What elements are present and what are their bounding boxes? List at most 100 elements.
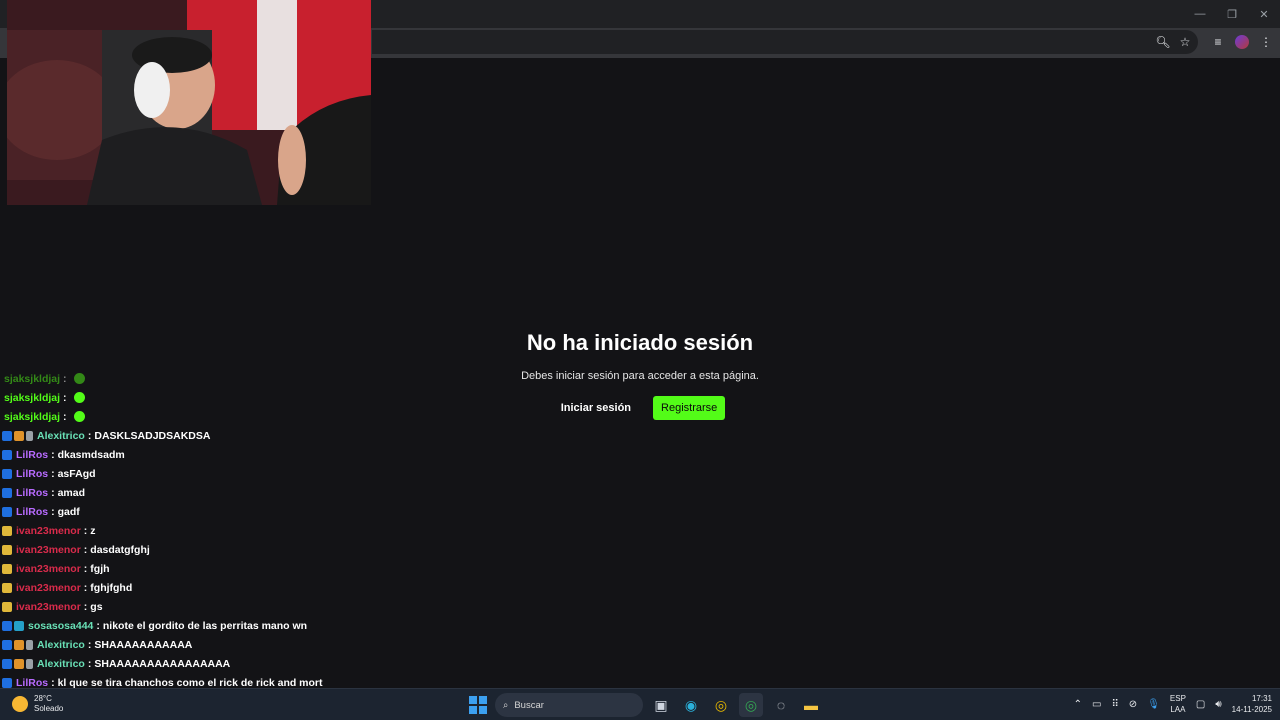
- chat-message: LilRos: gadf: [2, 502, 422, 521]
- chat-username[interactable]: LilRos: [16, 468, 48, 480]
- chat-text: kl que se tira chanchos como el rick de …: [57, 676, 323, 689]
- chat-separator: :: [87, 429, 92, 442]
- file-explorer-icon[interactable]: ▬: [799, 693, 823, 717]
- chat-message: sjaksjkldjaj:: [2, 407, 422, 426]
- chat-username[interactable]: ivan23menor: [16, 601, 81, 613]
- login-button[interactable]: Iniciar sesión: [555, 396, 637, 420]
- zoom-icon[interactable]: 🔍︎: [1155, 34, 1171, 50]
- chat-message: sosasosa444: nikote el gordito de las per…: [2, 616, 422, 635]
- chat-username[interactable]: Alexitrico: [37, 639, 85, 651]
- chat-username[interactable]: sosasosa444: [28, 620, 93, 632]
- chat-separator: :: [83, 524, 88, 537]
- weather-temp: 28°C: [34, 694, 52, 703]
- auth-buttons: Iniciar sesión Registrarse: [440, 396, 840, 420]
- chat-username[interactable]: ivan23menor: [16, 525, 81, 537]
- chat-text: gs: [90, 600, 103, 613]
- task-view-icon[interactable]: ▣: [649, 693, 673, 717]
- close-icon[interactable]: ✕: [1248, 0, 1280, 28]
- chat-separator: :: [63, 410, 67, 423]
- wifi-off-icon[interactable]: ⊘: [1129, 699, 1137, 710]
- restore-icon[interactable]: ❐: [1216, 0, 1248, 28]
- chat-badge-icon: [14, 430, 24, 441]
- login-required-card: No ha iniciado sesión Debes iniciar sesi…: [440, 330, 840, 420]
- chat-badge-icon: [2, 620, 12, 631]
- chat-badge-icon: [2, 544, 12, 555]
- chat-badge-icon: [2, 601, 12, 612]
- chat-separator: :: [51, 505, 55, 518]
- clock-time: 17:31: [1251, 694, 1272, 703]
- bookmark-star-icon[interactable]: ☆: [1177, 34, 1193, 50]
- search-placeholder: Buscar: [514, 699, 544, 711]
- display-icon[interactable]: ▢: [1196, 699, 1205, 710]
- microphone-icon[interactable]: 🎙︎: [1147, 699, 1160, 710]
- chat-username[interactable]: sjaksjkldjaj: [4, 373, 60, 385]
- chat-username[interactable]: Alexitrico: [37, 658, 85, 670]
- chat-message: ivan23menor: fgjh: [2, 559, 422, 578]
- profile-avatar[interactable]: [1235, 35, 1249, 49]
- chat-username[interactable]: LilRos: [16, 677, 48, 689]
- chat-badge-icon: [2, 506, 12, 517]
- sun-icon: [12, 696, 28, 712]
- chrome-icon[interactable]: ◎: [709, 693, 733, 717]
- chat-username[interactable]: sjaksjkldjaj: [4, 392, 60, 404]
- chat-username[interactable]: ivan23menor: [16, 544, 81, 556]
- chat-text: gadf: [57, 505, 80, 518]
- chat-message: LilRos: amad: [2, 483, 422, 502]
- taskbar-search[interactable]: ⌕ Buscar: [495, 693, 643, 717]
- register-button[interactable]: Registrarse: [653, 396, 726, 420]
- chat-badge-icon: [2, 449, 12, 460]
- chat-username[interactable]: sjaksjkldjaj: [4, 411, 60, 423]
- chat-separator: :: [51, 467, 55, 480]
- chat-username[interactable]: LilRos: [16, 449, 48, 461]
- chat-message: Alexitrico: SHAAAAAAAAAAAAAAAA: [2, 654, 422, 673]
- chat-message: sjaksjkldjaj:: [2, 369, 422, 388]
- menu-icon[interactable]: ⋮: [1258, 34, 1274, 50]
- system-tray: ⌃ ▭ ⠿ ⊘ 🎙︎ ESP LAA ▢ 🔊︎ 17:31 14-11-2025: [1074, 693, 1272, 715]
- chrome-active-icon[interactable]: ◎: [739, 693, 763, 717]
- windows-taskbar: 28°C Soleado ⌕ Buscar ▣ ◉ ◎ ◎ ◌ ▬ ⌃ ▭ ⠿ …: [0, 688, 1280, 720]
- taskbar-apps: ⌕ Buscar ▣ ◉ ◎ ◎ ◌ ▬: [467, 693, 823, 717]
- page-title: No ha iniciado sesión: [526, 330, 754, 355]
- weather-widget[interactable]: 28°C Soleado: [12, 694, 63, 714]
- chat-text: dasdatgfghj: [90, 543, 150, 556]
- chat-message: Alexitrico: SHAAAAAAAAAAA: [2, 635, 422, 654]
- clock-date: 14-11-2025: [1231, 705, 1272, 714]
- obs-icon[interactable]: ◌: [769, 693, 793, 717]
- minimize-icon[interactable]: —: [1184, 0, 1216, 28]
- chat-separator: :: [51, 486, 55, 499]
- tray-grid-icon[interactable]: ⠿: [1111, 699, 1118, 710]
- chat-separator: :: [63, 391, 67, 404]
- chat-message: Alexitrico: DASKLSADJDSAKDSA: [2, 426, 422, 445]
- emote-icon: [73, 392, 85, 403]
- chat-badge-icon: [2, 525, 12, 536]
- chat-badge-icon: [26, 430, 33, 441]
- chevron-up-icon[interactable]: ⌃: [1074, 699, 1082, 710]
- chat-message: ivan23menor: fghjfghd: [2, 578, 422, 597]
- chat-username[interactable]: ivan23menor: [16, 563, 81, 575]
- address-bar[interactable]: [372, 30, 1198, 54]
- chat-separator: :: [51, 676, 55, 689]
- chat-badge-icon: [14, 658, 24, 669]
- chat-username[interactable]: LilRos: [16, 487, 48, 499]
- chat-badge-icon: [2, 563, 12, 574]
- volume-icon[interactable]: 🔊︎: [1215, 699, 1221, 710]
- chat-separator: :: [51, 448, 55, 461]
- edge-icon[interactable]: ◉: [679, 693, 703, 717]
- media-control-icon[interactable]: ≡: [1210, 34, 1226, 50]
- tray-app-icon[interactable]: ▭: [1092, 699, 1101, 710]
- chat-username[interactable]: LilRos: [16, 506, 48, 518]
- chat-text: z: [90, 524, 96, 537]
- chat-badge-icon: [2, 487, 12, 498]
- chat-badge-icon: [2, 677, 12, 688]
- chat-text: DASKLSADJDSAKDSA: [94, 429, 211, 442]
- windows-start-icon[interactable]: [467, 694, 489, 716]
- clock[interactable]: 17:31 14-11-2025: [1232, 693, 1272, 715]
- chat-separator: :: [83, 543, 88, 556]
- chat-overlay: sjaksjkldjaj: sjaksjkldjaj: sjaksjkldjaj: A…: [2, 369, 422, 692]
- emote-icon: [73, 411, 85, 422]
- language-indicator[interactable]: ESP LAA: [1170, 693, 1186, 715]
- chat-badge-icon: [2, 639, 12, 650]
- chat-username[interactable]: ivan23menor: [16, 582, 81, 594]
- chat-username[interactable]: Alexitrico: [37, 430, 85, 442]
- chat-separator: :: [87, 657, 92, 670]
